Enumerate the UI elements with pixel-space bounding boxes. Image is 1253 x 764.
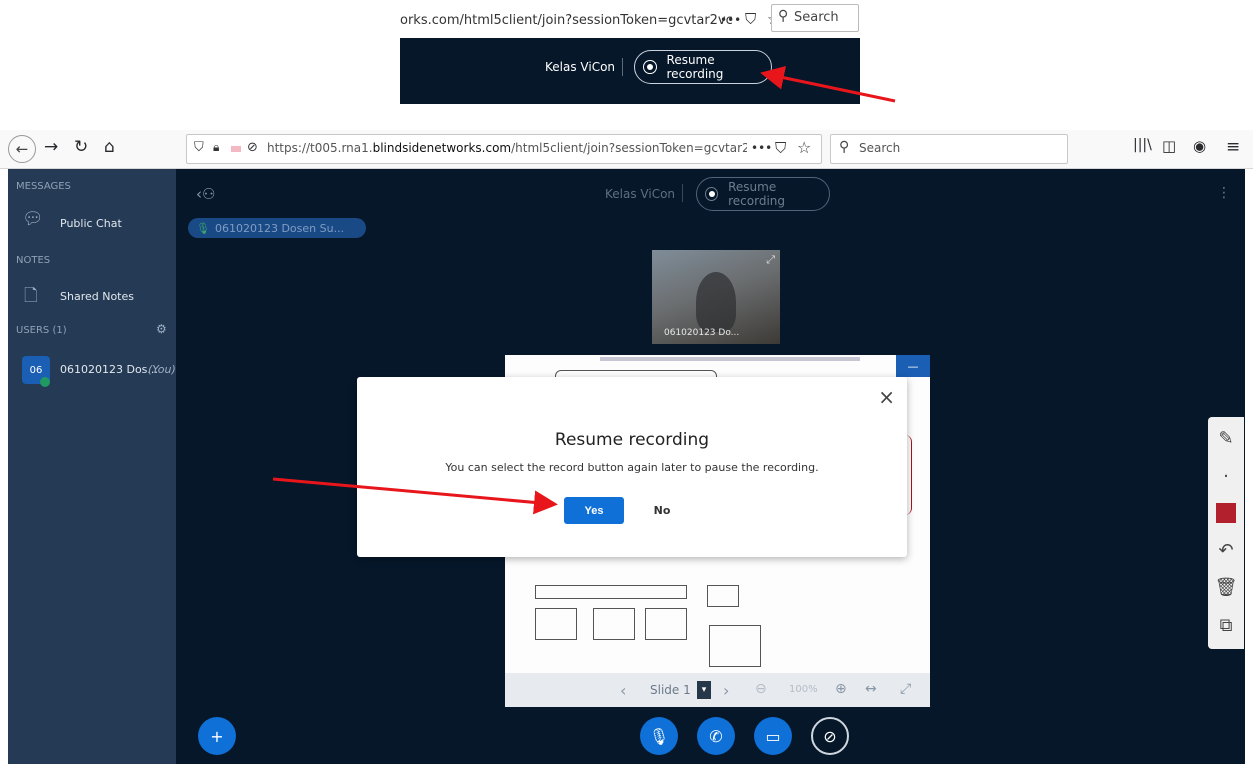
arrow-to-inset-record-icon [760,65,896,103]
arrow-to-yes-icon [272,477,558,515]
annotation-arrows [272,65,896,515]
